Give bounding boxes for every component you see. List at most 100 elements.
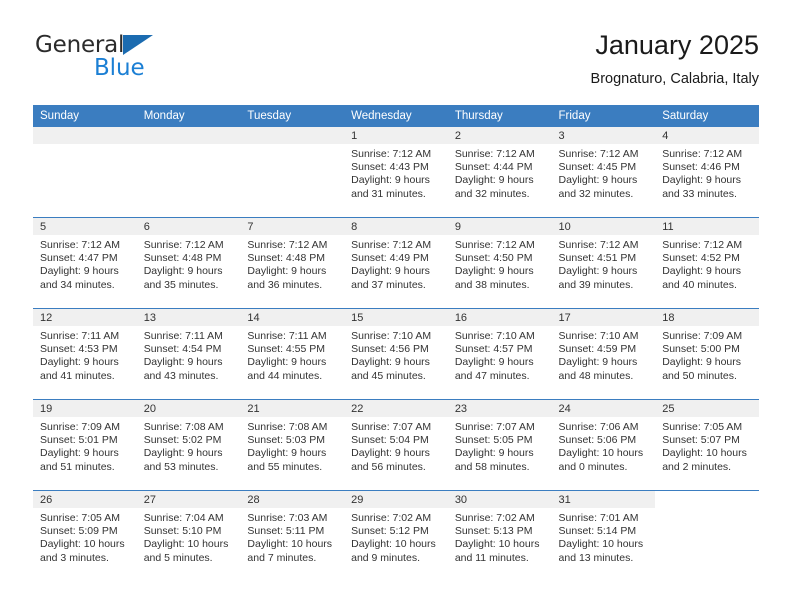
day-number: 14 xyxy=(240,309,345,326)
calendar-day-cell[interactable]: 15 Sunrise: 7:10 AM Sunset: 4:56 PM Dayligh… xyxy=(344,308,448,400)
sunset-line: Sunset: 5:10 PM xyxy=(143,525,222,538)
sunrise-line: Sunrise: 7:12 AM xyxy=(454,148,535,160)
day-number: 9 xyxy=(447,218,552,235)
day-cell-inner: 6 Sunrise: 7:12 AM Sunset: 4:48 PM Daylight… xyxy=(136,218,241,308)
daylight-line-1: Daylight: 9 hours xyxy=(247,447,327,460)
day-number xyxy=(655,491,759,508)
calendar-day-cell[interactable]: 7 Sunrise: 7:12 AM Sunset: 4:48 PM Daylight… xyxy=(240,217,345,309)
sunset-line: Sunset: 4:52 PM xyxy=(662,252,740,265)
calendar-day-cell[interactable]: 23 Sunrise: 7:07 AM Sunset: 5:05 PM Dayligh… xyxy=(447,399,552,491)
day-number xyxy=(33,127,137,144)
day-number: 27 xyxy=(136,491,241,508)
day-cell-inner: 31 Sunrise: 7:01 AM Sunset: 5:14 PM Dayligh… xyxy=(551,491,656,581)
calendar-day-cell[interactable]: 3 Sunrise: 7:12 AM Sunset: 4:45 PM Daylight… xyxy=(551,127,656,218)
daylight-line-2: and 40 minutes. xyxy=(662,278,737,291)
sunrise-line: Sunrise: 7:12 AM xyxy=(351,239,432,251)
weekday-header-thursday: Thursday xyxy=(447,105,552,127)
sunset-line: Sunset: 5:13 PM xyxy=(454,525,533,538)
sunset-line: Sunset: 5:03 PM xyxy=(247,434,326,447)
sunrise-line: Sunrise: 7:06 AM xyxy=(558,421,639,433)
daylight-line-1: Daylight: 9 hours xyxy=(40,447,119,460)
daylight-line-2: and 44 minutes. xyxy=(247,369,323,382)
calendar-day-cell[interactable]: 11 Sunrise: 7:12 AM Sunset: 4:52 PM Dayligh… xyxy=(655,217,759,309)
day-cell-inner: 27 Sunrise: 7:04 AM Sunset: 5:10 PM Dayligh… xyxy=(136,491,241,581)
day-cell-inner: 1 Sunrise: 7:12 AM Sunset: 4:43 PM Daylight… xyxy=(344,127,448,217)
day-cell-inner: 20 Sunrise: 7:08 AM Sunset: 5:02 PM Dayligh… xyxy=(136,400,241,490)
sunset-line: Sunset: 5:01 PM xyxy=(40,434,118,447)
general-blue-logo[interactable]: General Blue xyxy=(35,32,235,88)
sunset-line: Sunset: 4:43 PM xyxy=(351,161,429,174)
calendar-day-cell[interactable]: 20 Sunrise: 7:08 AM Sunset: 5:02 PM Dayligh… xyxy=(136,399,241,491)
calendar-day-cell[interactable]: 22 Sunrise: 7:07 AM Sunset: 5:04 PM Dayligh… xyxy=(344,399,448,491)
calendar-day-cell[interactable]: 29 Sunrise: 7:02 AM Sunset: 5:12 PM Dayligh… xyxy=(344,490,448,581)
sunrise-line: Sunrise: 7:10 AM xyxy=(351,330,432,342)
weekday-header-wednesday: Wednesday xyxy=(344,105,448,127)
calendar-week-row: 26 Sunrise: 7:05 AM Sunset: 5:09 PM Dayligh… xyxy=(33,490,759,581)
day-number: 12 xyxy=(33,309,137,326)
calendar-day-cell[interactable]: 21 Sunrise: 7:08 AM Sunset: 5:03 PM Dayligh… xyxy=(240,399,345,491)
calendar-day-cell[interactable]: 5 Sunrise: 7:12 AM Sunset: 4:47 PM Daylight… xyxy=(33,217,137,309)
calendar-day-cell[interactable]: 27 Sunrise: 7:04 AM Sunset: 5:10 PM Dayligh… xyxy=(136,490,241,581)
sunrise-line: Sunrise: 7:03 AM xyxy=(247,512,328,524)
calendar-day-cell[interactable]: 4 Sunrise: 7:12 AM Sunset: 4:46 PM Daylight… xyxy=(655,127,759,218)
calendar-day-cell[interactable] xyxy=(33,127,137,218)
day-number: 13 xyxy=(136,309,241,326)
sunset-line: Sunset: 4:49 PM xyxy=(351,252,429,265)
calendar-day-cell[interactable]: 24 Sunrise: 7:06 AM Sunset: 5:06 PM Dayligh… xyxy=(551,399,656,491)
sunset-line: Sunset: 4:56 PM xyxy=(351,343,429,356)
daylight-line-1: Daylight: 9 hours xyxy=(558,174,638,187)
weekday-header-row: Sunday Monday Tuesday Wednesday Thursday… xyxy=(33,105,759,127)
sunrise-line: Sunrise: 7:12 AM xyxy=(454,239,535,251)
day-number: 22 xyxy=(344,400,448,417)
sunrise-line: Sunrise: 7:09 AM xyxy=(662,330,743,342)
sunset-line: Sunset: 4:54 PM xyxy=(143,343,222,356)
day-number: 24 xyxy=(551,400,656,417)
daylight-line-2: and 36 minutes. xyxy=(247,278,323,291)
daylight-line-1: Daylight: 9 hours xyxy=(40,265,119,278)
daylight-line-2: and 45 minutes. xyxy=(351,369,426,382)
calendar-day-cell[interactable]: 31 Sunrise: 7:01 AM Sunset: 5:14 PM Dayligh… xyxy=(551,490,656,581)
day-cell-inner: 17 Sunrise: 7:10 AM Sunset: 4:59 PM Dayligh… xyxy=(551,309,656,399)
sunrise-line: Sunrise: 7:12 AM xyxy=(662,148,743,160)
sunset-line: Sunset: 5:04 PM xyxy=(351,434,429,447)
sunset-line: Sunset: 5:12 PM xyxy=(351,525,429,538)
calendar-day-cell[interactable]: 19 Sunrise: 7:09 AM Sunset: 5:01 PM Dayligh… xyxy=(33,399,137,491)
day-number: 2 xyxy=(447,127,552,144)
calendar-day-cell[interactable] xyxy=(240,127,345,218)
calendar-day-cell[interactable] xyxy=(655,490,759,581)
day-sun-info: Sunrise: 7:11 AM Sunset: 4:53 PM Daylight:… xyxy=(33,326,137,383)
day-number: 16 xyxy=(447,309,552,326)
calendar-day-cell[interactable]: 30 Sunrise: 7:02 AM Sunset: 5:13 PM Dayligh… xyxy=(447,490,552,581)
calendar-day-cell[interactable]: 18 Sunrise: 7:09 AM Sunset: 5:00 PM Dayligh… xyxy=(655,308,759,400)
daylight-line-2: and 3 minutes. xyxy=(40,551,109,564)
calendar-day-cell[interactable]: 10 Sunrise: 7:12 AM Sunset: 4:51 PM Dayligh… xyxy=(551,217,656,309)
calendar-day-cell[interactable]: 25 Sunrise: 7:05 AM Sunset: 5:07 PM Dayligh… xyxy=(655,399,759,491)
calendar-day-cell[interactable]: 6 Sunrise: 7:12 AM Sunset: 4:48 PM Daylight… xyxy=(136,217,241,309)
day-cell-inner: 28 Sunrise: 7:03 AM Sunset: 5:11 PM Dayligh… xyxy=(240,491,345,581)
sunrise-line: Sunrise: 7:05 AM xyxy=(40,512,120,524)
daylight-line-2: and 34 minutes. xyxy=(40,278,115,291)
calendar-page: General Blue January 2025 Brognaturo, Ca… xyxy=(0,0,792,612)
calendar-day-cell[interactable]: 17 Sunrise: 7:10 AM Sunset: 4:59 PM Dayligh… xyxy=(551,308,656,400)
calendar-day-cell[interactable]: 12 Sunrise: 7:11 AM Sunset: 4:53 PM Dayligh… xyxy=(33,308,137,400)
daylight-line-1: Daylight: 9 hours xyxy=(351,447,430,460)
calendar-day-cell[interactable]: 26 Sunrise: 7:05 AM Sunset: 5:09 PM Dayligh… xyxy=(33,490,137,581)
calendar-day-cell[interactable]: 8 Sunrise: 7:12 AM Sunset: 4:49 PM Daylight… xyxy=(344,217,448,309)
calendar-day-cell[interactable]: 1 Sunrise: 7:12 AM Sunset: 4:43 PM Daylight… xyxy=(344,127,448,218)
sunset-line: Sunset: 5:02 PM xyxy=(143,434,222,447)
calendar-day-cell[interactable]: 9 Sunrise: 7:12 AM Sunset: 4:50 PM Daylight… xyxy=(447,217,552,309)
sunrise-line: Sunrise: 7:12 AM xyxy=(662,239,743,251)
calendar-day-cell[interactable]: 16 Sunrise: 7:10 AM Sunset: 4:57 PM Dayligh… xyxy=(447,308,552,400)
calendar-day-cell[interactable]: 2 Sunrise: 7:12 AM Sunset: 4:44 PM Daylight… xyxy=(447,127,552,218)
calendar-day-cell[interactable]: 13 Sunrise: 7:11 AM Sunset: 4:54 PM Dayligh… xyxy=(136,308,241,400)
sunset-line: Sunset: 4:50 PM xyxy=(454,252,533,265)
calendar-day-cell[interactable]: 28 Sunrise: 7:03 AM Sunset: 5:11 PM Dayligh… xyxy=(240,490,345,581)
day-sun-info: Sunrise: 7:07 AM Sunset: 5:05 PM Daylight:… xyxy=(448,417,552,474)
daylight-line-2: and 32 minutes. xyxy=(454,187,530,200)
calendar-week-row: 5 Sunrise: 7:12 AM Sunset: 4:47 PM Daylight… xyxy=(33,217,759,309)
calendar-day-cell[interactable]: 14 Sunrise: 7:11 AM Sunset: 4:55 PM Dayligh… xyxy=(240,308,345,400)
day-sun-info: Sunrise: 7:02 AM Sunset: 5:12 PM Daylight:… xyxy=(344,508,448,565)
calendar-day-cell[interactable] xyxy=(136,127,241,218)
day-cell-inner: 29 Sunrise: 7:02 AM Sunset: 5:12 PM Dayligh… xyxy=(344,491,448,581)
daylight-line-1: Daylight: 10 hours xyxy=(247,538,333,551)
